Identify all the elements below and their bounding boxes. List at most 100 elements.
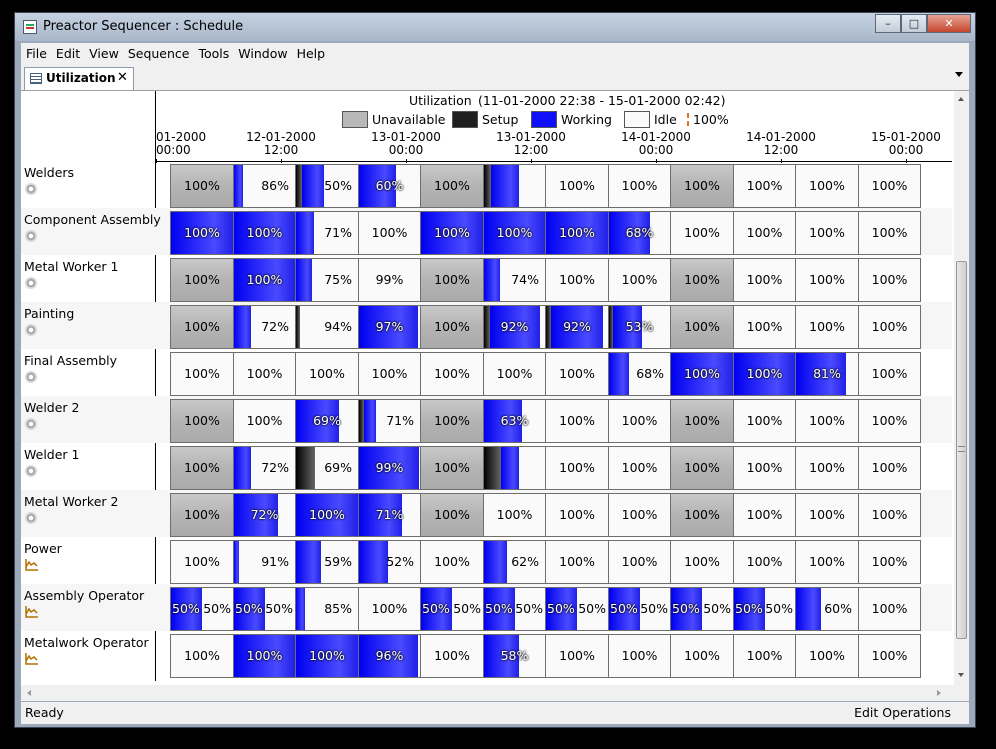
- scroll-down-icon[interactable]: [958, 673, 964, 677]
- utilization-cell[interactable]: 92%: [483, 305, 546, 349]
- utilization-cell[interactable]: 53%: [608, 305, 671, 349]
- utilization-cell[interactable]: 50% 50%: [420, 587, 484, 631]
- utilization-cell[interactable]: 100%: [858, 446, 921, 490]
- utilization-cell[interactable]: 100%: [170, 211, 234, 255]
- menu-sequence[interactable]: Sequence: [123, 43, 194, 61]
- utilization-cell[interactable]: 100%: [170, 634, 234, 678]
- utilization-cell[interactable]: 100%: [858, 305, 921, 349]
- utilization-cell[interactable]: 100%: [670, 493, 734, 537]
- utilization-cell[interactable]: 60%: [358, 164, 421, 208]
- utilization-cell[interactable]: 100%: [670, 446, 734, 490]
- utilization-cell[interactable]: 100%: [733, 164, 796, 208]
- utilization-cell[interactable]: 69%: [295, 399, 359, 443]
- utilization-cell[interactable]: 100%: [670, 399, 734, 443]
- utilization-cell[interactable]: 100%: [295, 352, 359, 396]
- utilization-cell[interactable]: 50% 50%: [608, 587, 671, 631]
- utilization-cell[interactable]: 100%: [795, 634, 859, 678]
- utilization-cell[interactable]: 100%: [420, 634, 484, 678]
- utilization-cell[interactable]: 100%: [483, 211, 546, 255]
- utilization-cell[interactable]: 100%: [545, 164, 609, 208]
- utilization-cell[interactable]: 100%: [608, 446, 671, 490]
- utilization-cell[interactable]: 72%: [233, 305, 296, 349]
- utilization-cell[interactable]: 50% 50%: [483, 587, 546, 631]
- minimize-button[interactable]: –: [875, 14, 901, 33]
- resource-row[interactable]: Welders 100% 86% 50% 60% 100% 100% 100% 100% 100%…: [21, 161, 952, 208]
- resource-row[interactable]: Metal Worker 1 100% 100% 75% 99% 100% 74% 100% 1…: [21, 255, 952, 302]
- utilization-cell[interactable]: 99%: [358, 446, 421, 490]
- utilization-cell[interactable]: 100%: [670, 634, 734, 678]
- resource-row[interactable]: Welder 2 100% 100% 69% 71% 100% 63% 100% 100% 100…: [21, 396, 952, 443]
- utilization-cell[interactable]: 50% 50%: [233, 587, 296, 631]
- utilization-cell[interactable]: 100%: [795, 211, 859, 255]
- utilization-cell[interactable]: 91%: [233, 540, 296, 584]
- utilization-cell[interactable]: 63%: [483, 399, 546, 443]
- utilization-cell[interactable]: 100%: [358, 352, 421, 396]
- utilization-cell[interactable]: 100%: [545, 540, 609, 584]
- utilization-cell[interactable]: 100%: [858, 164, 921, 208]
- utilization-cell[interactable]: 100%: [170, 258, 234, 302]
- utilization-cell[interactable]: 97%: [358, 305, 421, 349]
- utilization-cell[interactable]: 100%: [420, 446, 484, 490]
- utilization-cell[interactable]: 100%: [420, 352, 484, 396]
- utilization-cell[interactable]: 100%: [420, 493, 484, 537]
- utilization-cell[interactable]: 59%: [295, 540, 359, 584]
- utilization-cell[interactable]: 100%: [670, 540, 734, 584]
- utilization-cell[interactable]: 100%: [670, 305, 734, 349]
- utilization-cell[interactable]: 100%: [733, 305, 796, 349]
- utilization-cell[interactable]: 100%: [358, 211, 421, 255]
- utilization-cell[interactable]: 100%: [733, 352, 796, 396]
- utilization-cell[interactable]: 100%: [608, 164, 671, 208]
- utilization-cell[interactable]: 100%: [733, 446, 796, 490]
- utilization-cell[interactable]: 100%: [795, 164, 859, 208]
- utilization-cell[interactable]: 100%: [545, 446, 609, 490]
- utilization-cell[interactable]: 100%: [858, 399, 921, 443]
- utilization-cell[interactable]: 50% 50%: [545, 587, 609, 631]
- utilization-cell[interactable]: 100%: [420, 540, 484, 584]
- resource-row[interactable]: Assembly Operator 50% 50% 50% 50% 85% 100% 50% 5…: [21, 584, 952, 631]
- utilization-cell[interactable]: 100%: [545, 211, 609, 255]
- resource-row[interactable]: Welder 1 100% 72% 69% 99% 100% 100% 100% 100% 100…: [21, 443, 952, 490]
- menu-tools[interactable]: Tools: [193, 43, 233, 61]
- utilization-cell[interactable]: 100%: [733, 493, 796, 537]
- utilization-cell[interactable]: 100%: [858, 352, 921, 396]
- resource-row[interactable]: Component Assembly 100% 100% 71% 100% 100% 100…: [21, 208, 952, 255]
- utilization-cell[interactable]: 50% 50%: [170, 587, 234, 631]
- utilization-cell[interactable]: 100%: [733, 211, 796, 255]
- utilization-cell[interactable]: 100%: [170, 352, 234, 396]
- utilization-cell[interactable]: 100%: [608, 540, 671, 584]
- utilization-cell[interactable]: 100%: [545, 399, 609, 443]
- utilization-cell[interactable]: 100%: [545, 493, 609, 537]
- utilization-cell[interactable]: 50%: [295, 164, 359, 208]
- utilization-cell[interactable]: 100%: [858, 587, 921, 631]
- scroll-left-icon[interactable]: [27, 690, 31, 696]
- menu-window[interactable]: Window: [233, 43, 291, 61]
- utilization-cell[interactable]: 75%: [295, 258, 359, 302]
- utilization-cell[interactable]: 68%: [608, 211, 671, 255]
- utilization-cell[interactable]: 100%: [858, 493, 921, 537]
- horizontal-scrollbar[interactable]: [21, 685, 969, 701]
- utilization-cell[interactable]: [483, 164, 546, 208]
- utilization-cell[interactable]: 100%: [795, 305, 859, 349]
- utilization-cell[interactable]: 100%: [608, 634, 671, 678]
- utilization-cell[interactable]: [483, 446, 546, 490]
- menu-edit[interactable]: Edit: [51, 43, 84, 61]
- utilization-cell[interactable]: 100%: [358, 587, 421, 631]
- close-button[interactable]: ✕: [927, 14, 971, 33]
- utilization-cell[interactable]: 100%: [420, 305, 484, 349]
- utilization-cell[interactable]: 100%: [170, 399, 234, 443]
- utilization-cell[interactable]: 72%: [233, 493, 296, 537]
- utilization-cell[interactable]: 100%: [670, 352, 734, 396]
- utilization-cell[interactable]: 81%: [795, 352, 859, 396]
- utilization-cell[interactable]: 85%: [295, 587, 359, 631]
- utilization-cell[interactable]: 100%: [608, 399, 671, 443]
- utilization-cell[interactable]: 50% 50%: [670, 587, 734, 631]
- utilization-cell[interactable]: 100%: [733, 634, 796, 678]
- utilization-cell[interactable]: 50% 50%: [733, 587, 796, 631]
- utilization-cell[interactable]: 100%: [545, 258, 609, 302]
- utilization-cell[interactable]: 100%: [233, 258, 296, 302]
- scroll-up-icon[interactable]: [958, 97, 964, 101]
- utilization-cell[interactable]: 100%: [858, 211, 921, 255]
- utilization-cell[interactable]: 100%: [483, 493, 546, 537]
- utilization-cell[interactable]: 100%: [420, 211, 484, 255]
- title-bar[interactable]: Preactor Sequencer : Schedule – □ ✕: [15, 13, 975, 41]
